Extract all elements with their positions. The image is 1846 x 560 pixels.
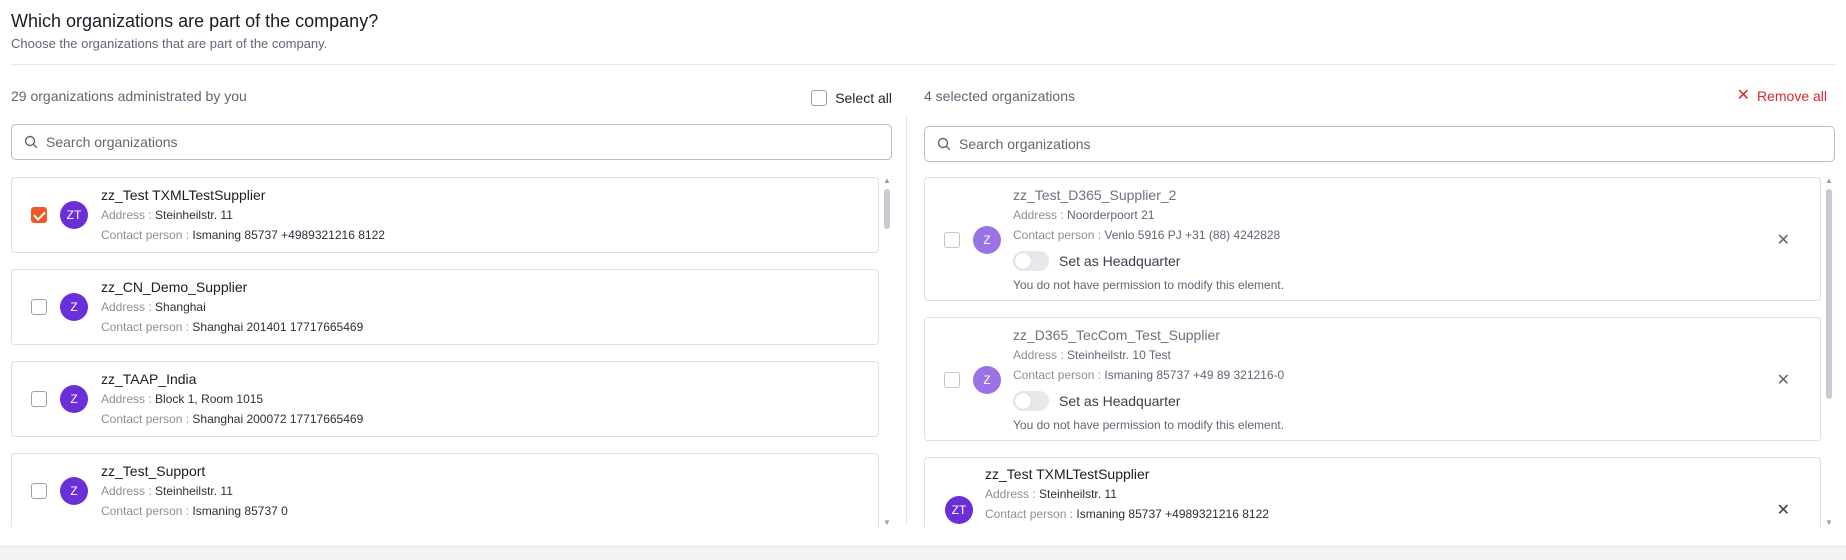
- list-item[interactable]: Z zz_CN_Demo_Supplier Address : Shanghai…: [11, 269, 879, 345]
- scroll-thumb[interactable]: [1826, 189, 1832, 399]
- list-item[interactable]: Z zz_Test_Support Address : Steinheilstr…: [11, 453, 879, 527]
- org-name: zz_Test_Support: [101, 463, 206, 479]
- scrollbar[interactable]: ▲ ▼: [883, 177, 891, 527]
- item-checkbox: [944, 232, 960, 248]
- footer-bar: [0, 546, 1846, 560]
- contact-line: Contact person : Ismaning 85737 +4989321…: [985, 507, 1269, 521]
- org-name: zz_D365_TecCom_Test_Supplier: [1013, 327, 1220, 343]
- headquarter-toggle: [1013, 251, 1049, 271]
- scroll-thumb[interactable]: [884, 189, 890, 229]
- contact-line: Contact person : Ismaning 85737 +4989321…: [101, 228, 385, 242]
- page-title: Which organizations are part of the comp…: [11, 11, 379, 31]
- address-line: Address : Steinheilstr. 11: [985, 487, 1117, 501]
- org-name: zz_Test_D365_Supplier_2: [1013, 187, 1177, 203]
- scroll-down-icon[interactable]: ▼: [883, 519, 891, 527]
- org-name: zz_Test TXMLTestSupplier: [985, 466, 1150, 482]
- list-item: Z zz_Test_D365_Supplier_2 Address : Noor…: [924, 177, 1821, 301]
- remove-item-icon[interactable]: ✕: [1777, 230, 1790, 250]
- remove-item-icon[interactable]: ✕: [1777, 370, 1790, 390]
- close-icon: ✕: [1736, 87, 1750, 104]
- search-input[interactable]: [959, 136, 1767, 152]
- headquarter-label: Set as Headquarter: [1059, 393, 1181, 409]
- remove-item-icon[interactable]: ✕: [1777, 500, 1790, 520]
- panel-divider: [906, 115, 907, 525]
- org-name: zz_CN_Demo_Supplier: [101, 279, 248, 295]
- avatar: ZT: [60, 201, 88, 229]
- available-organizations-panel: 29 organizations administrated by you Se…: [11, 82, 892, 527]
- search-icon: [24, 135, 38, 149]
- contact-line: Contact person : Ismaning 85737 0: [101, 504, 288, 518]
- contact-line: Contact person : Venlo 5916 PJ +31 (88) …: [1013, 228, 1281, 242]
- permission-note: You do not have permission to modify thi…: [1013, 278, 1285, 292]
- org-name: zz_TAAP_India: [101, 371, 197, 387]
- headquarter-toggle: [1013, 391, 1049, 411]
- search-icon: [937, 137, 951, 151]
- address-line: Address : Shanghai: [101, 300, 206, 314]
- list-item: Z zz_D365_TecCom_Test_Supplier Address :…: [924, 317, 1821, 441]
- avatar: ZT: [945, 496, 973, 524]
- selected-count: 4 selected organizations: [924, 88, 1075, 104]
- available-count: 29 organizations administrated by you: [11, 88, 247, 104]
- search-box[interactable]: [11, 124, 892, 160]
- available-list: ZT zz_Test TXMLTestSupplier Address : St…: [11, 177, 892, 527]
- address-line: Address : Steinheilstr. 11: [101, 208, 233, 222]
- select-all-label: Select all: [835, 90, 892, 106]
- item-checkbox[interactable]: [31, 207, 47, 223]
- item-checkbox: [944, 372, 960, 388]
- page-subtitle: Choose the organizations that are part o…: [11, 36, 328, 51]
- permission-note: You do not have permission to modify thi…: [1013, 418, 1285, 432]
- scrollbar[interactable]: ▲ ▼: [1825, 177, 1833, 527]
- scroll-down-icon[interactable]: ▼: [1825, 519, 1833, 527]
- avatar: Z: [60, 293, 88, 321]
- avatar: Z: [973, 366, 1001, 394]
- address-line: Address : Steinheilstr. 11: [101, 484, 233, 498]
- contact-line: Contact person : Shanghai 201401 1771766…: [101, 320, 364, 334]
- avatar: Z: [60, 477, 88, 505]
- question-header: Which organizations are part of the comp…: [11, 10, 378, 51]
- avatar: Z: [973, 226, 1001, 254]
- selected-organizations-panel: 4 selected organizations ✕ Remove all Z …: [924, 82, 1835, 527]
- address-line: Address : Noorderpoort 21: [1013, 208, 1155, 222]
- headquarter-toggle-row: Set as Headquarter: [1013, 251, 1180, 271]
- contact-line: Contact person : Ismaning 85737 +49 89 3…: [1013, 368, 1285, 382]
- headquarter-toggle-row: Set as Headquarter: [1013, 391, 1180, 411]
- search-box[interactable]: [924, 126, 1835, 162]
- list-item[interactable]: ZT zz_Test TXMLTestSupplier Address : St…: [11, 177, 879, 253]
- search-input[interactable]: [46, 134, 827, 150]
- org-name: zz_Test TXMLTestSupplier: [101, 187, 266, 203]
- scroll-up-icon[interactable]: ▲: [1825, 177, 1833, 185]
- checkbox[interactable]: [811, 90, 828, 106]
- list-item: ZT zz_Test TXMLTestSupplier Address : St…: [924, 457, 1821, 527]
- remove-all-label: Remove all: [1756, 88, 1827, 104]
- list-item[interactable]: Z zz_TAAP_India Address : Block 1, Room …: [11, 361, 879, 437]
- item-checkbox[interactable]: [31, 483, 47, 499]
- remove-all-button[interactable]: ✕ Remove all: [1736, 87, 1827, 105]
- divider: [11, 64, 1835, 65]
- selected-list: Z zz_Test_D365_Supplier_2 Address : Noor…: [924, 177, 1835, 527]
- address-line: Address : Steinheilstr. 10 Test: [1013, 348, 1171, 362]
- item-checkbox[interactable]: [31, 299, 47, 315]
- select-all-checkbox[interactable]: Select all: [811, 90, 892, 106]
- item-checkbox[interactable]: [31, 391, 47, 407]
- address-line: Address : Block 1, Room 1015: [101, 392, 264, 406]
- scroll-up-icon[interactable]: ▲: [883, 177, 891, 185]
- avatar: Z: [60, 385, 88, 413]
- headquarter-label: Set as Headquarter: [1059, 253, 1181, 269]
- contact-line: Contact person : Shanghai 200072 1771766…: [101, 412, 364, 426]
